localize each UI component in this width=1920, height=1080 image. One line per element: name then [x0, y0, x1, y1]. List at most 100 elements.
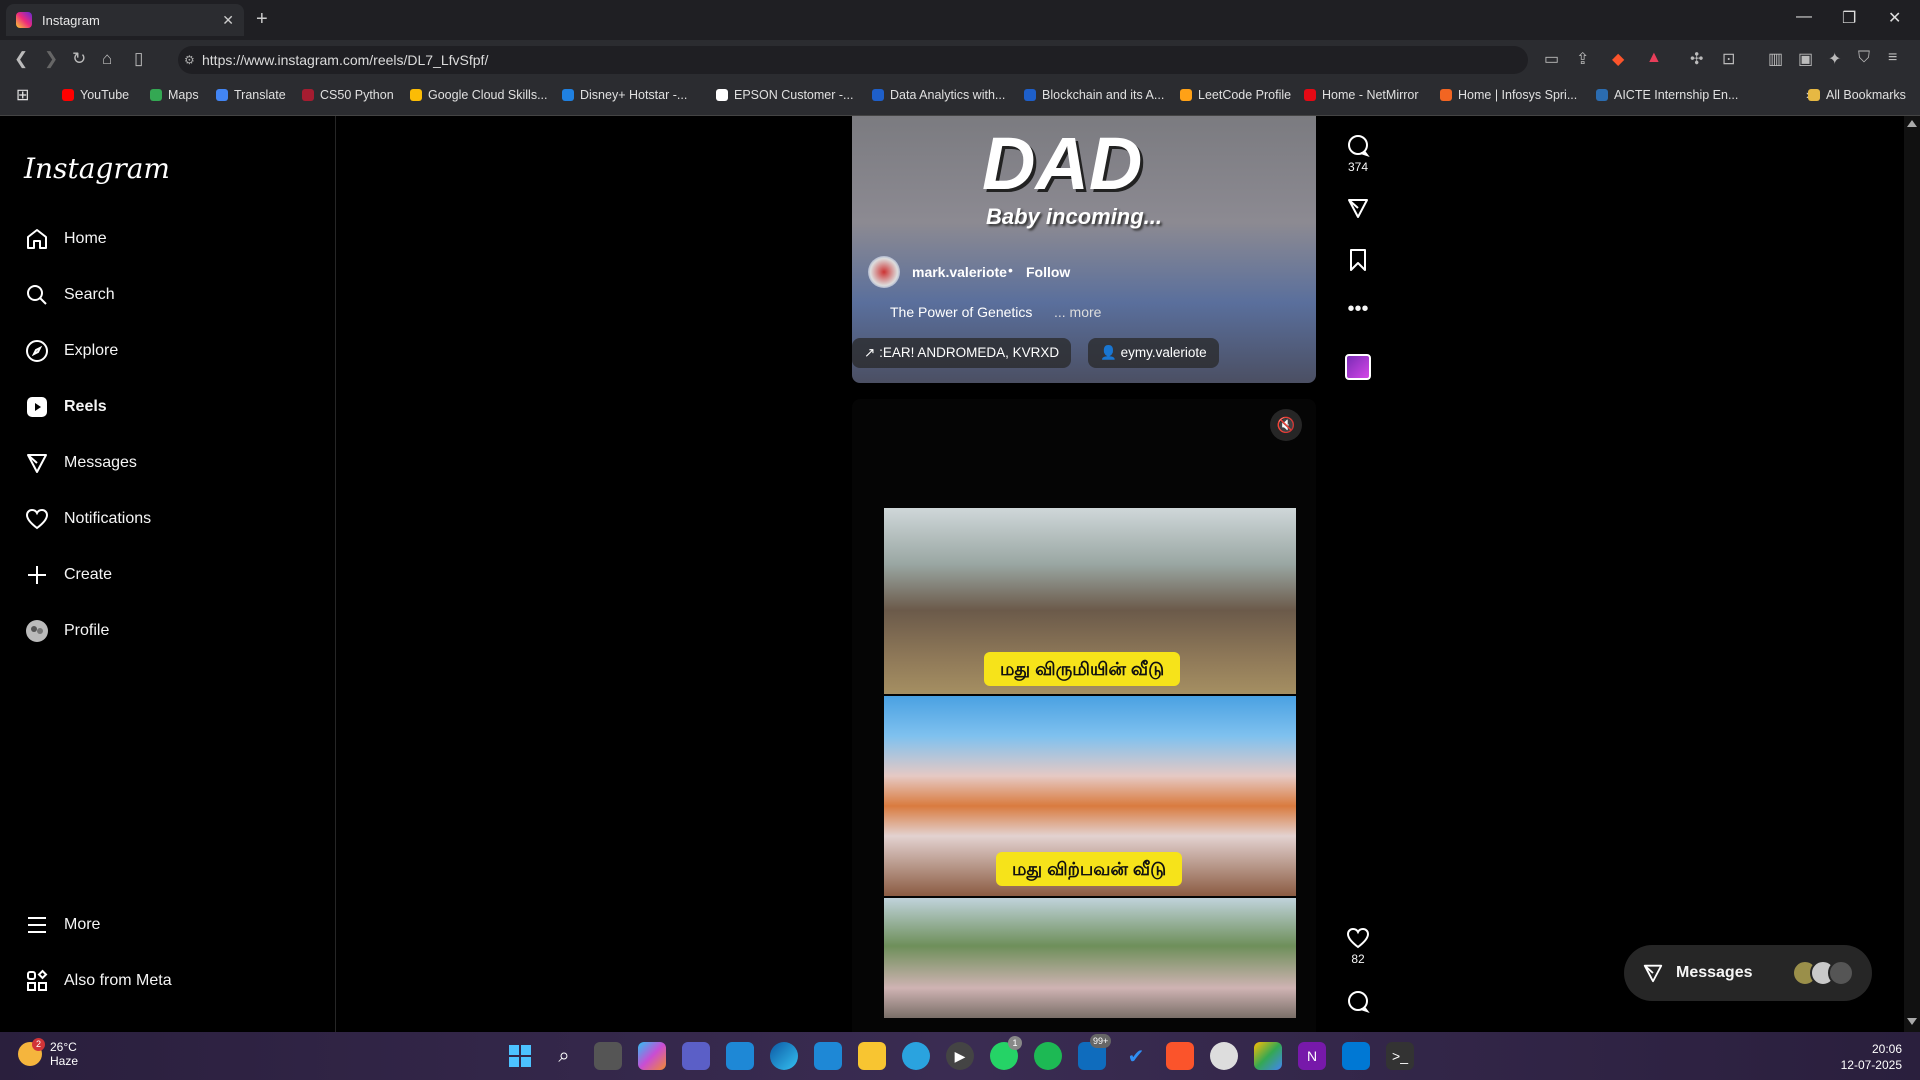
sidebar-item-explore[interactable]: Explore: [24, 338, 118, 364]
tab-instagram[interactable]: Instagram ✕: [6, 4, 244, 36]
vscode-icon[interactable]: [1342, 1042, 1370, 1070]
url-field[interactable]: ⚙ https://www.instagram.com/reels/DL7_Lf…: [178, 46, 1528, 74]
heart-icon: [1336, 924, 1380, 952]
edge-icon[interactable]: [770, 1042, 798, 1070]
weather-widget[interactable]: 2 26°C Haze: [18, 1038, 78, 1068]
sidebar-toggle-icon[interactable]: ▥: [1768, 49, 1783, 69]
bookmark-item[interactable]: Google Cloud Skills...: [410, 88, 548, 102]
teams-icon[interactable]: [682, 1042, 710, 1070]
sidebar-item-search[interactable]: Search: [24, 282, 115, 308]
menu-icon[interactable]: ≡: [1888, 49, 1897, 67]
site-settings-icon[interactable]: ⚙: [184, 46, 195, 74]
whatsapp-icon[interactable]: 1: [990, 1036, 1022, 1070]
task-view-icon[interactable]: [594, 1042, 622, 1070]
widgets-icon[interactable]: [726, 1042, 754, 1070]
scroll-down-icon[interactable]: [1907, 1018, 1917, 1025]
outlook-icon[interactable]: 99+: [1078, 1034, 1112, 1070]
back-button[interactable]: ❮: [14, 49, 28, 69]
comment-action[interactable]: 374: [1336, 132, 1380, 174]
mute-toggle[interactable]: 🔇: [1270, 409, 1302, 441]
restore-button[interactable]: ❐: [1842, 8, 1856, 28]
audio-pill[interactable]: ↗ :EAR! ANDROMEDA, KVRXD: [852, 338, 1072, 368]
all-bookmarks-folder[interactable]: All Bookmarks: [1808, 88, 1906, 102]
sidebar-item-profile[interactable]: Profile: [24, 618, 109, 644]
telegram-icon[interactable]: [902, 1042, 930, 1070]
bookmark-item[interactable]: Home - NetMirror: [1304, 88, 1419, 102]
copilot-icon[interactable]: [638, 1042, 666, 1070]
start-button[interactable]: [506, 1042, 534, 1070]
cast-icon[interactable]: ▭: [1544, 49, 1559, 69]
caption-more-link[interactable]: ... more: [1054, 304, 1101, 320]
spotify-icon[interactable]: [1034, 1042, 1062, 1070]
clock-app-icon[interactable]: [1210, 1042, 1238, 1070]
system-clock[interactable]: 20:06 12-07-2025: [1841, 1041, 1902, 1073]
bookmark-item[interactable]: Maps: [150, 88, 199, 102]
close-tab-icon[interactable]: ✕: [222, 12, 234, 29]
home-button[interactable]: ⌂: [102, 49, 112, 69]
close-window-button[interactable]: ✕: [1888, 8, 1901, 28]
reel-video-current[interactable]: DAD Baby incoming... mark.valeriote • Fo…: [852, 116, 1316, 383]
media-player-icon[interactable]: ▶: [946, 1042, 974, 1070]
bookmark-item[interactable]: Home | Infosys Spri...: [1440, 88, 1577, 102]
brave-icon[interactable]: [1166, 1042, 1194, 1070]
drive-icon[interactable]: [1254, 1042, 1282, 1070]
bookmark-item[interactable]: CS50 Python: [302, 88, 394, 102]
audio-thumbnail[interactable]: [1345, 354, 1371, 380]
sidebar-item-home[interactable]: Home: [24, 226, 107, 252]
scroll-up-icon[interactable]: [1907, 120, 1917, 127]
author-username[interactable]: mark.valeriote: [912, 264, 1007, 280]
sidebar-item-also-from-meta[interactable]: Also from Meta: [24, 968, 172, 994]
bookmark-item[interactable]: AICTE Internship En...: [1596, 88, 1738, 102]
tagged-user-pill[interactable]: 👤 eymy.valeriote: [1088, 338, 1219, 368]
sidebar-item-messages[interactable]: Messages: [24, 450, 137, 476]
sidebar-item-create[interactable]: Create: [24, 562, 112, 588]
new-tab-button[interactable]: +: [256, 8, 268, 31]
share-icon[interactable]: ⇪: [1576, 49, 1589, 69]
brave-shield-icon[interactable]: ◆: [1612, 49, 1624, 69]
bookmark-item[interactable]: EPSON Customer -...: [716, 88, 853, 102]
sidebar-item-more[interactable]: More: [24, 912, 100, 938]
taskbar-search-icon[interactable]: ⌕: [550, 1042, 578, 1070]
page-scrollbar[interactable]: [1904, 116, 1920, 1032]
comment-action-2[interactable]: [1336, 988, 1380, 1016]
author-avatar[interactable]: [868, 256, 900, 288]
reload-button[interactable]: ↻: [72, 49, 86, 69]
follow-button[interactable]: Follow: [1026, 264, 1070, 280]
bookmark-item[interactable]: LeetCode Profile: [1180, 88, 1291, 102]
all-bookmarks-label: All Bookmarks: [1826, 88, 1906, 102]
screenshot-icon[interactable]: ⊡: [1722, 49, 1735, 69]
bookmark-item[interactable]: YouTube: [62, 88, 129, 102]
more-options-icon[interactable]: •••: [1336, 298, 1380, 321]
onenote-icon[interactable]: N: [1298, 1042, 1326, 1070]
heart-icon: [24, 506, 50, 532]
save-action[interactable]: [1336, 246, 1380, 274]
reel-video-next[interactable]: 🔇 மது விருமியின் வீடு மது விற்பவன் வீடு: [852, 399, 1316, 1032]
like-action[interactable]: 82: [1336, 924, 1380, 966]
apps-grid-icon[interactable]: ⊞: [16, 85, 29, 105]
sidebar-item-label: Home: [64, 230, 107, 247]
sidebar-item-reels[interactable]: Reels: [24, 394, 107, 420]
instagram-logo[interactable]: Instagram: [24, 152, 170, 185]
comment-count: 374: [1347, 160, 1369, 174]
messages-widget[interactable]: Messages: [1624, 945, 1872, 1001]
bookmark-item[interactable]: Data Analytics with...: [872, 88, 1005, 102]
store-icon[interactable]: [814, 1042, 842, 1070]
minimize-button[interactable]: —: [1796, 8, 1812, 26]
bookmark-label: Disney+ Hotstar -...: [580, 88, 688, 102]
vpn-icon[interactable]: ⛉: [1858, 49, 1870, 67]
bookmark-page-button[interactable]: ▯: [134, 49, 143, 69]
file-explorer-icon[interactable]: [858, 1042, 886, 1070]
brave-rewards-icon[interactable]: ▲: [1646, 49, 1662, 67]
todo-icon[interactable]: ✔: [1122, 1042, 1150, 1070]
wallet-icon[interactable]: ▣: [1798, 49, 1813, 69]
bookmark-item[interactable]: Blockchain and its A...: [1024, 88, 1164, 102]
sidebar-item-notifications[interactable]: Notifications: [24, 506, 151, 532]
bookmark-item[interactable]: Disney+ Hotstar -...: [562, 88, 687, 102]
bookmark-item[interactable]: Translate: [216, 88, 286, 102]
extensions-icon[interactable]: ✣: [1690, 49, 1703, 69]
leo-ai-icon[interactable]: ✦: [1828, 49, 1841, 69]
share-action[interactable]: [1336, 194, 1380, 222]
forward-button[interactable]: ❯: [44, 49, 58, 69]
terminal-icon[interactable]: >_: [1386, 1042, 1414, 1070]
weather-badge: 2: [32, 1038, 45, 1051]
